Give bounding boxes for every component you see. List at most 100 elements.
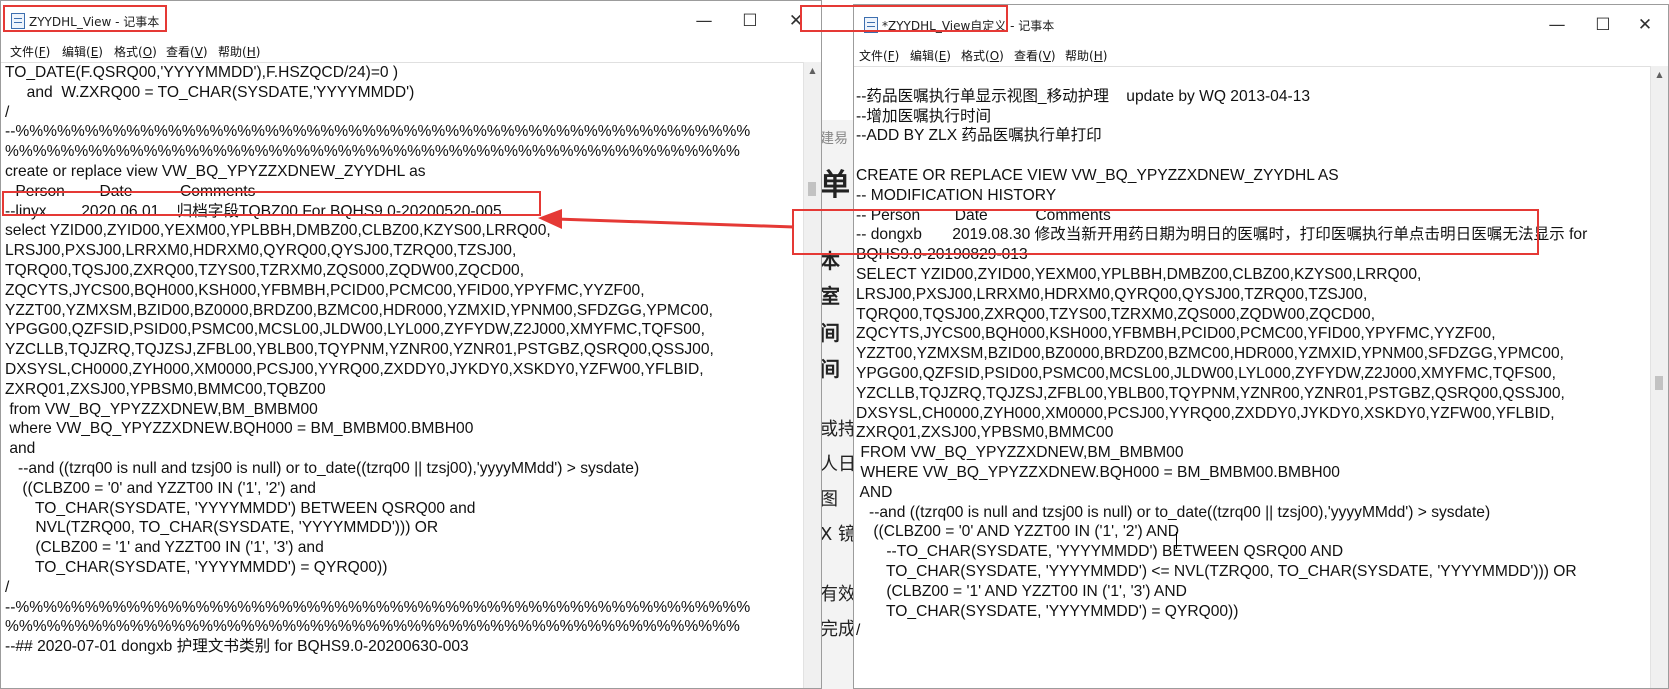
code-line: TO_CHAR(SYSDATE, 'YYYYMMDD') = QYRQ00))	[5, 558, 388, 576]
bg-fragment: 或持	[820, 419, 854, 440]
code-line: --and ((tzrq00 is null and tzsj00 is nul…	[856, 503, 1491, 521]
menu-format[interactable]: 格式(O)	[961, 47, 1004, 64]
menu-format[interactable]: 格式(O)	[114, 43, 157, 60]
code-line: TQRQ00,TQSJ00,ZXRQ00,TZYS00,TZRXM0,ZQS00…	[856, 305, 1376, 323]
code-line: FROM VW_BQ_YPYZZXDNEW,BM_BMBM00	[856, 444, 1184, 462]
editor-content: --药品医嘱执行单显示视图_移动护理 update by WQ 2013-04-…	[856, 67, 1587, 641]
bg-fragment: 单	[820, 168, 850, 203]
code-line: %%%%%%%%%%%%%%%%%%%%%%%%%%%%%%%%%%%%%%%%…	[5, 143, 740, 161]
maximize-button[interactable]: ☐	[727, 1, 773, 41]
bg-fragment: X 镜	[820, 524, 854, 545]
code-line: select YZID00,ZYID00,YEXM00,YPLBBH,DMBZ0…	[5, 222, 551, 240]
bg-fragment: 人日	[820, 454, 854, 475]
title-bar[interactable]: ZYYDHL_View - 记事本 — ☐ ✕	[1, 1, 821, 41]
vertical-scrollbar[interactable]: ▲	[803, 62, 821, 688]
code-line: --%%%%%%%%%%%%%%%%%%%%%%%%%%%%%%%%%%%%%%…	[5, 598, 751, 616]
code-line: ZQCYTS,JYCS00,BQH000,KSH000,YFBMBH,PCID0…	[5, 281, 645, 299]
title-bar[interactable]: *ZYYDHL_View自定义 - 记事本 — ☐ ✕	[854, 5, 1668, 45]
bg-fragment: 室	[820, 284, 840, 308]
code-line: and W.ZXRQ00 = TO_CHAR(SYSDATE,'YYYYMMDD…	[5, 83, 415, 101]
code-line: create or replace view VW_BQ_YPYZZXDNEW_…	[5, 162, 426, 180]
text-editor[interactable]: --药品医嘱执行单显示视图_移动护理 update by WQ 2013-04-…	[854, 66, 1650, 688]
close-button[interactable]: ✕	[773, 1, 819, 41]
editor-content: TO_DATE(F.QSRQ00,'YYYYMMDD'),F.HSZQCD/24…	[5, 63, 750, 657]
bg-fragment: 间	[820, 321, 840, 345]
code-line: TO_CHAR(SYSDATE, 'YYYYMMDD') = QYRQ00))	[856, 602, 1239, 620]
window-title: ZYYDHL_View - 记事本	[29, 15, 160, 29]
code-line: and	[5, 440, 36, 458]
scroll-up-icon[interactable]: ▲	[1651, 66, 1668, 83]
code-line: SELECT YZID00,ZYID00,YEXM00,YPLBBH,DMBZ0…	[856, 265, 1422, 283]
code-line: WHERE VW_BQ_YPYZZXDNEW.BQH000 = BM_BMBM0…	[856, 463, 1340, 481]
notepad-icon	[864, 17, 878, 33]
code-line: --Person Date Comments	[5, 182, 256, 200]
code-line: -- MODIFICATION HISTORY	[856, 186, 1057, 204]
scroll-up-icon[interactable]: ▲	[804, 62, 821, 79]
minimize-button[interactable]: —	[1534, 5, 1580, 45]
minimize-button[interactable]: —	[681, 1, 727, 41]
code-line: /	[5, 578, 10, 596]
code-line: ZXRQ01,ZXSJ00,YPBSM0,BMMC00,TQBZ00	[5, 380, 326, 398]
code-line: where VW_BQ_YPYZZXDNEW.BQH000 = BM_BMBM0…	[5, 420, 474, 438]
menu-view[interactable]: 查看(V)	[166, 43, 208, 60]
code-line: --TO_CHAR(SYSDATE, 'YYYYMMDD') BETWEEN Q…	[856, 543, 1344, 561]
code-line: YPGG00,QZFSID,PSID00,PSMC00,MCSL00,JLDW0…	[5, 321, 705, 339]
menu-edit[interactable]: 编辑(E)	[910, 47, 951, 64]
code-line: DXSYSL,CH0000,ZYH000,XM0000,PCSJ00,YYRQ0…	[856, 404, 1555, 422]
code-line: /	[856, 622, 861, 640]
code-line: -- Person Date Comments	[856, 206, 1111, 224]
code-line: TO_CHAR(SYSDATE, 'YYYYMMDD') BETWEEN QSR…	[5, 499, 476, 517]
code-line: from VW_BQ_YPYZZXDNEW,BM_BMBM00	[5, 400, 318, 418]
bg-fragment: 图	[820, 489, 838, 510]
bg-fragment: 完成	[820, 619, 854, 640]
menu-help[interactable]: 帮助(H)	[218, 43, 260, 60]
close-button[interactable]: ✕	[1622, 5, 1668, 45]
code-line: YPGG00,QZFSID,PSID00,PSMC00,MCSL00,JLDW0…	[856, 364, 1556, 382]
scroll-thumb[interactable]	[1655, 376, 1663, 390]
code-line: NVL(TZRQ00, TO_CHAR(SYSDATE, 'YYYYMMDD')…	[5, 519, 439, 537]
code-line: YZZT00,YZMXSM,BZID00,BZ0000,BRDZ00,BZMC0…	[856, 345, 1564, 363]
bg-fragment: 有效	[820, 584, 854, 605]
code-line: AND	[856, 483, 893, 501]
vertical-scrollbar[interactable]: ▲	[1650, 66, 1668, 688]
menu-file[interactable]: 文件(F)	[859, 47, 899, 64]
text-cursor	[1176, 532, 1177, 549]
code-line: --药品医嘱执行单显示视图_移动护理 update by WQ 2013-04-…	[856, 87, 1311, 105]
menu-view[interactable]: 查看(V)	[1014, 47, 1056, 64]
menu-file[interactable]: 文件(F)	[10, 43, 50, 60]
code-line: (CLBZ00 = '1' AND YZZT00 IN ('1', '3') A…	[856, 582, 1187, 600]
text-editor[interactable]: TO_DATE(F.QSRQ00,'YYYYMMDD'),F.HSZQCD/24…	[1, 62, 803, 688]
window-title: *ZYYDHL_View自定义 - 记事本	[882, 19, 1055, 33]
code-line: ZXRQ01,ZXSJ00,YPBSM0,BMMC00	[856, 424, 1114, 442]
code-line: /	[5, 103, 10, 121]
code-line: TO_CHAR(SYSDATE, 'YYYYMMDD') <= NVL(TZRQ…	[856, 562, 1577, 580]
code-line: YZZT00,YZMXSM,BZID00,BZ0000,BRDZ00,BZMC0…	[5, 301, 713, 319]
menu-edit[interactable]: 编辑(E)	[62, 43, 103, 60]
bg-fragment: 本	[820, 249, 840, 273]
code-line: %%%%%%%%%%%%%%%%%%%%%%%%%%%%%%%%%%%%%%%%…	[5, 618, 740, 636]
code-line: --%%%%%%%%%%%%%%%%%%%%%%%%%%%%%%%%%%%%%%…	[5, 123, 751, 141]
code-line: --增加医嘱执行时间	[856, 107, 992, 125]
left-notepad-window: ZYYDHL_View - 记事本 — ☐ ✕ 文件(F) 编辑(E) 格式(O…	[0, 0, 822, 689]
notepad-icon	[11, 13, 25, 29]
menu-help[interactable]: 帮助(H)	[1065, 47, 1107, 64]
code-line: ZQCYTS,JYCS00,BQH000,KSH000,YFBMBH,PCID0…	[856, 325, 1496, 343]
code-line: -- dongxb 2019.08.30 修改当新开用药日期为明日的医嘱时，打印…	[856, 226, 1588, 244]
scroll-thumb[interactable]	[808, 182, 816, 196]
code-line: DXSYSL,CH0000,ZYH000,XM0000,PCSJ00,YYRQ0…	[5, 360, 704, 378]
code-line: BQHS9.0-20190829-013	[856, 246, 1028, 264]
code-line: --## 2020-07-01 dongxb 护理文书类别 for BQHS9.…	[5, 638, 469, 656]
code-line: TO_DATE(F.QSRQ00,'YYYYMMDD'),F.HSZQCD/24…	[5, 64, 399, 81]
code-line: LRSJ00,PXSJ00,LRRXM0,HDRXM0,QYRQ00,QYSJ0…	[5, 242, 517, 260]
maximize-button[interactable]: ☐	[1580, 5, 1626, 45]
code-line: --ADD BY ZLX 药品医嘱执行单打印	[856, 127, 1102, 145]
right-notepad-window: *ZYYDHL_View自定义 - 记事本 — ☐ ✕ 文件(F) 编辑(E) …	[853, 4, 1669, 689]
code-line: LRSJ00,PXSJ00,LRRXM0,HDRXM0,QYRQ00,QYSJ0…	[856, 285, 1368, 303]
code-line: ((CLBZ00 = '0' and YZZT00 IN ('1', '2') …	[5, 479, 316, 497]
code-line: --and ((tzrq00 is null and tzsj00 is nul…	[5, 459, 640, 477]
code-line: CREATE OR REPLACE VIEW VW_BQ_YPYZZXDNEW_…	[856, 166, 1339, 184]
code-line: YZCLLB,TQJZRQ,TQJZSJ,ZFBL00,YBLB00,TQYPN…	[5, 341, 714, 359]
menu-bar: 文件(F) 编辑(E) 格式(O) 查看(V) 帮助(H)	[1, 41, 821, 62]
